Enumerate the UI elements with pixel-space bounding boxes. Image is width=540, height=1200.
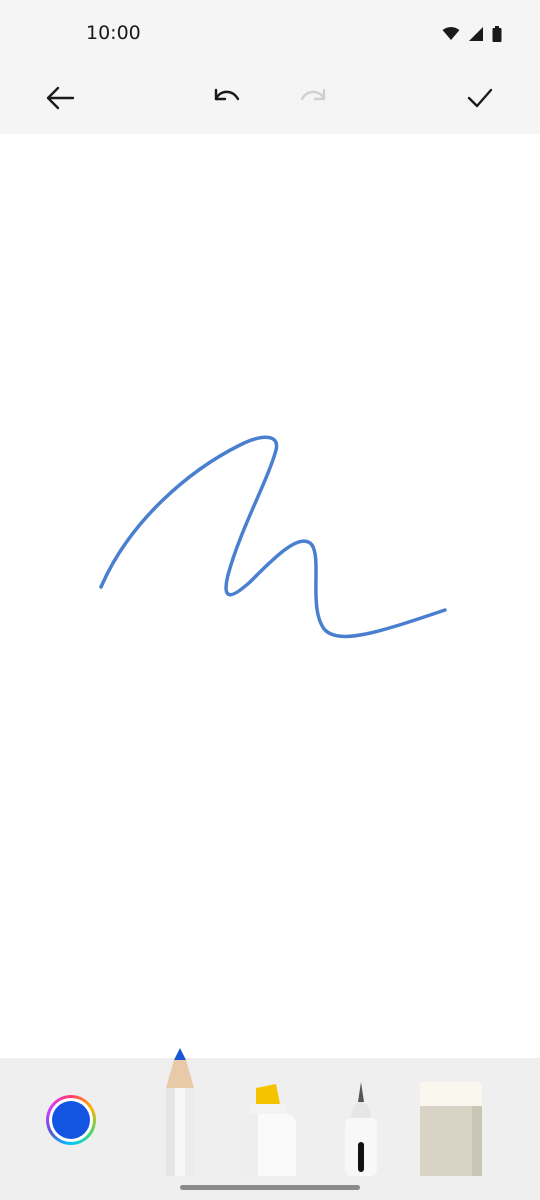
- undo-button[interactable]: [203, 74, 251, 122]
- pencil-icon: [166, 1048, 194, 1176]
- color-picker-button[interactable]: [46, 1095, 96, 1145]
- eraser-icon: [420, 1082, 482, 1176]
- check-icon: [467, 88, 493, 108]
- highlighter-icon: [242, 1084, 296, 1176]
- selected-color-dot: [52, 1101, 90, 1139]
- battery-icon: [492, 26, 502, 42]
- tool-tray: [0, 1048, 540, 1200]
- eraser-tool[interactable]: [420, 1082, 482, 1176]
- wifi-icon: [442, 27, 460, 40]
- arrow-left-icon: [46, 86, 75, 110]
- top-toolbar: [0, 64, 540, 134]
- redo-button[interactable]: [289, 74, 337, 122]
- home-indicator[interactable]: [180, 1185, 360, 1190]
- color-wheel-icon: [49, 1098, 93, 1142]
- pen-tool[interactable]: [341, 1082, 381, 1176]
- status-icons: [442, 24, 502, 44]
- redo-icon: [300, 88, 326, 101]
- drawing-stroke: [99, 435, 447, 639]
- back-button[interactable]: [36, 74, 84, 122]
- highlighter-tool[interactable]: [240, 1084, 298, 1176]
- confirm-button[interactable]: [456, 74, 504, 122]
- pencil-tool[interactable]: [160, 1048, 200, 1176]
- fountain-pen-icon: [345, 1082, 377, 1176]
- undo-icon: [214, 88, 240, 101]
- signal-icon: [469, 27, 483, 41]
- status-time: 10:00: [86, 22, 141, 44]
- status-bar: 10:00: [0, 0, 540, 64]
- drawing-canvas[interactable]: [0, 134, 540, 1058]
